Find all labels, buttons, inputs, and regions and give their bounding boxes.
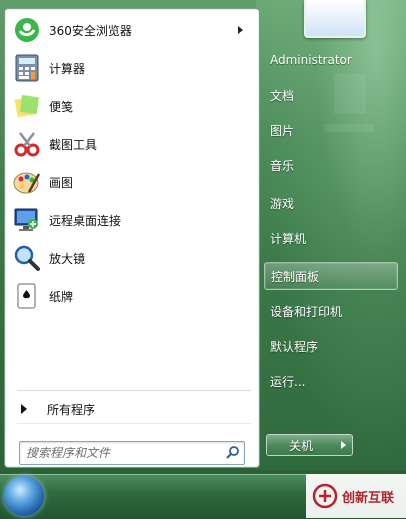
- program-item-360-browser[interactable]: 360安全浏览器: [11, 13, 251, 47]
- all-programs-button[interactable]: 所有程序: [17, 399, 251, 419]
- shutdown-label: 关机: [288, 438, 313, 453]
- program-item-calculator[interactable]: 计算器: [11, 51, 251, 85]
- solitaire-icon: [11, 280, 43, 312]
- search-input[interactable]: [24, 444, 218, 462]
- submenu-arrow-icon: [238, 26, 243, 34]
- browser-360-icon: [11, 14, 43, 46]
- program-item-remote-desktop[interactable]: 远程桌面连接: [11, 203, 251, 237]
- search-box[interactable]: [19, 441, 245, 465]
- triangle-right-icon: [21, 404, 27, 414]
- program-item-sticky-notes[interactable]: 便笺: [11, 89, 251, 123]
- program-label: 纸牌: [49, 289, 74, 304]
- program-item-solitaire[interactable]: 纸牌: [11, 279, 251, 313]
- right-item-computer[interactable]: 计算机: [264, 224, 398, 252]
- program-item-magnifier[interactable]: 放大镜: [11, 241, 251, 275]
- user-picture[interactable]: [304, 0, 366, 38]
- right-item-documents[interactable]: 文档: [264, 81, 398, 109]
- shutdown-options-button[interactable]: [334, 434, 353, 456]
- all-programs-label: 所有程序: [47, 402, 96, 417]
- right-item-run[interactable]: 运行...: [264, 367, 398, 395]
- snipping-tool-icon: [11, 128, 43, 160]
- program-label: 便笺: [49, 99, 74, 114]
- magnifier-icon: [11, 242, 43, 274]
- sticky-notes-icon: [11, 90, 43, 122]
- remote-desktop-icon: [11, 204, 43, 236]
- right-item-label: 控制面板: [271, 269, 320, 284]
- program-label: 计算器: [49, 61, 86, 76]
- right-item-label: 计算机: [270, 231, 307, 246]
- right-item-control-panel[interactable]: 控制面板: [264, 262, 398, 290]
- start-orb-icon[interactable]: [4, 476, 44, 516]
- program-label: 截图工具: [49, 137, 98, 152]
- right-item-label: 游戏: [270, 196, 295, 211]
- right-item-label: 默认程序: [270, 339, 319, 354]
- watermark-text: 创新互联: [342, 490, 395, 506]
- right-item-label: 设备和打印机: [270, 304, 343, 319]
- programs-pane: 360安全浏览器 计算器 便笺 截图工具 画图 远程桌面连接 放大镜 纸牌 所有…: [4, 8, 260, 468]
- search-icon[interactable]: [226, 445, 240, 462]
- divider: [17, 390, 251, 391]
- program-label: 360安全浏览器: [49, 23, 132, 38]
- right-item-label: 图片: [270, 123, 295, 138]
- program-item-paint[interactable]: 画图: [11, 165, 251, 199]
- right-item-label: Administrator: [270, 53, 352, 67]
- program-label: 画图: [49, 175, 74, 190]
- user-name-link[interactable]: Administrator: [264, 46, 398, 74]
- program-label: 放大镜: [49, 251, 86, 266]
- watermark: 创新互联: [306, 474, 406, 518]
- right-item-label: 文档: [270, 88, 295, 103]
- right-item-default-programs[interactable]: 默认程序: [264, 332, 398, 360]
- right-item-music[interactable]: 音乐: [264, 151, 398, 179]
- paint-icon: [11, 166, 43, 198]
- shutdown-button[interactable]: 关机: [266, 434, 336, 456]
- right-item-games[interactable]: 游戏: [264, 189, 398, 217]
- right-item-label: 音乐: [270, 158, 295, 173]
- right-item-devices-printers[interactable]: 设备和打印机: [264, 297, 398, 325]
- program-item-snipping-tool[interactable]: 截图工具: [11, 127, 251, 161]
- right-item-pictures[interactable]: 图片: [264, 116, 398, 144]
- watermark-logo-icon: [312, 483, 338, 509]
- calculator-icon: [11, 52, 43, 84]
- divider: [17, 423, 251, 424]
- right-item-label: 运行...: [270, 374, 306, 389]
- program-label: 远程桌面连接: [49, 213, 122, 228]
- chevron-right-icon: [340, 441, 346, 449]
